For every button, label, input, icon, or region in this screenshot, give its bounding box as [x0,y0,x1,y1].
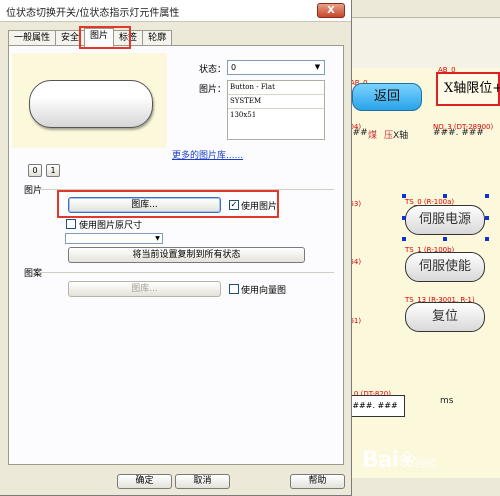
selection-handle[interactable] [402,194,406,198]
state-select[interactable]: 0 ▼ [227,60,325,75]
close-icon: X [327,5,335,16]
picture-library-button[interactable]: 图库... [68,197,221,213]
use-picture-label: 使用图片 [241,202,278,212]
selection-handle[interactable] [443,194,447,198]
tab-label[interactable]: 标签 [113,30,144,46]
picture-info-box: Button - Flat SYSTEM 130x51 [227,80,325,140]
use-vector-checkbox[interactable] [229,284,239,294]
selection-handle[interactable] [402,216,406,220]
tab-picture[interactable]: 图片 [84,28,115,47]
tab-general[interactable]: 一般属性 [8,30,57,46]
x-limit-tag: AB_0 [438,66,456,74]
pattern-group-divider [38,272,334,273]
picture-size: 130x51 [230,111,257,119]
selection-handle[interactable] [485,216,489,220]
dialog-title: 位状态切换开关/位状态指示灯元件属性 [6,8,180,19]
selection-handle[interactable] [485,237,489,241]
picture-group-divider [38,189,334,190]
chevron-down-icon: ▼ [153,234,162,243]
state-label: 状态： [199,65,227,75]
canvas-hash-value-2: ###. ### [433,128,484,138]
picture-preview [12,53,167,148]
selection-handle[interactable] [443,237,447,241]
canvas-x-limit-indicator[interactable]: X轴限位+ [436,72,500,106]
x-limit-label: X轴限位+ [444,81,500,96]
dialog-titlebar[interactable]: 位状态切换开关/位状态指示灯元件属性 X [0,0,351,22]
picture-name: Button - Flat [228,81,324,95]
canvas-numeric-display[interactable]: ###. ### [345,395,405,417]
canvas-bottom-strip [345,478,500,496]
original-size-checkbox[interactable] [66,219,76,229]
canvas-toolbar-strip [345,0,500,18]
state-1-button[interactable]: 1 [46,164,60,177]
preview-button-shape [29,80,153,128]
cancel-button[interactable]: 取消 [175,474,230,489]
picture-label: 图片： [199,85,227,95]
ok-button[interactable]: 确定 [117,474,172,489]
canvas-x-axis-label: 压X轴 [384,131,409,141]
canvas-back-button[interactable]: 返回 [352,83,422,111]
tab-outline[interactable]: 轮廓 [142,30,173,46]
canvas-servo-power-button[interactable]: 伺服电源 [405,205,485,235]
use-vector-label: 使用向量图 [241,286,287,296]
canvas-reset-button[interactable]: 复位 [405,302,485,332]
canvas-servo-enable-button[interactable]: 伺服使能 [405,252,485,282]
canvas-ms-label: ms [440,396,454,406]
tab-bar: 一般属性 安全 图片 标签 轮廓 [8,28,173,47]
tab-security[interactable]: 安全 [55,30,86,46]
selection-handle[interactable] [485,194,489,198]
chevron-down-icon: ▼ [312,62,323,73]
more-pictures-link[interactable]: 更多的图片库...... [172,148,243,161]
help-button[interactable]: 帮助 [290,474,345,489]
state-0-button[interactable]: 0 [28,164,42,177]
pattern-library-button[interactable]: 图库... [68,281,221,297]
selection-handle[interactable] [402,237,406,241]
element-properties-dialog: 位状态切换开关/位状态指示灯元件属性 X 一般属性 安全 图片 标签 轮廓 状态… [0,0,352,496]
baidu-paw-icon: ❀ [398,448,416,473]
use-picture-checkbox[interactable]: ✓ [229,200,239,210]
canvas-header-area [345,18,500,68]
original-size-label: 使用图片原尺寸 [79,221,143,231]
apply-all-states-button[interactable]: 将当前设置复制到所有状态 [68,247,305,263]
close-button[interactable]: X [317,3,345,18]
baidu-watermark: Bai❀经验 [362,448,437,473]
picture-library-name: SYSTEM [228,95,324,109]
canvas-coal-label: 煤 [368,131,378,141]
size-select[interactable]: ▼ [65,233,163,244]
